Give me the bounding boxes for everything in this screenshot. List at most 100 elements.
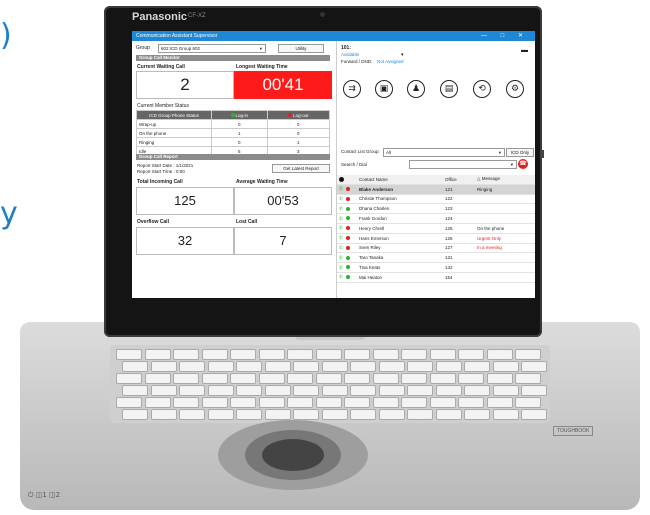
keyboard-key[interactable]: [344, 349, 370, 360]
keyboard-key[interactable]: [179, 361, 205, 372]
contact-group-select[interactable]: All ▾: [383, 148, 505, 157]
keyboard-key[interactable]: [492, 385, 519, 396]
keyboard-key[interactable]: [407, 361, 433, 372]
directory-icon[interactable]: ▣: [375, 80, 393, 98]
phone-icon[interactable]: ✆: [339, 235, 343, 240]
keyboard-key[interactable]: [372, 349, 399, 360]
contact-row[interactable]: ✆ Hans Emerson 126 Urgent Only: [337, 233, 535, 244]
phone-icon[interactable]: ✆: [339, 186, 343, 191]
contact-row[interactable]: ✆ Blake Anderson 121 Ringing: [337, 184, 535, 195]
group-icon[interactable]: ♟: [407, 80, 425, 98]
keyboard-key[interactable]: [150, 409, 177, 420]
keyboard-key[interactable]: [287, 373, 313, 384]
keyboard-key[interactable]: [287, 397, 313, 408]
keyboard-key[interactable]: [321, 361, 348, 372]
keyboard-key[interactable]: [378, 409, 405, 420]
keyboard-key[interactable]: [435, 361, 462, 372]
keyboard-key[interactable]: [144, 397, 171, 408]
keyboard-key[interactable]: [464, 361, 490, 372]
utility-button[interactable]: Utility: [278, 44, 324, 53]
keyboard-key[interactable]: [264, 409, 291, 420]
keyboard-key[interactable]: [464, 385, 490, 396]
keyboard-key[interactable]: [344, 397, 370, 408]
settings-icon[interactable]: ⚙: [506, 80, 524, 98]
keyboard-key[interactable]: [435, 385, 462, 396]
contact-row[interactable]: ✆ Dhana Charles 123: [337, 203, 535, 215]
keyboard-key[interactable]: [350, 361, 376, 372]
get-latest-report-button[interactable]: Get Latest Report: [272, 164, 330, 173]
contact-row[interactable]: ✆ Tina Keats 132: [337, 262, 535, 273]
contact-row[interactable]: ✆ Sven Riley 127 In a meeting: [337, 243, 535, 254]
keyboard-key[interactable]: [122, 385, 148, 396]
keyboard-key[interactable]: [315, 349, 342, 360]
phone-icon[interactable]: ✆: [339, 265, 343, 270]
keyboard-key[interactable]: [150, 385, 177, 396]
keyboard-key[interactable]: [207, 385, 234, 396]
keyboard-key[interactable]: [207, 409, 234, 420]
keyboard-key[interactable]: [321, 385, 348, 396]
keyboard-key[interactable]: [264, 385, 291, 396]
keyboard-key[interactable]: [315, 397, 342, 408]
keyboard-key[interactable]: [492, 409, 519, 420]
keyboard-key[interactable]: [230, 373, 256, 384]
keyboard-key[interactable]: [287, 349, 313, 360]
keyboard-key[interactable]: [486, 349, 513, 360]
keyboard-key[interactable]: [179, 385, 205, 396]
keyboard-key[interactable]: [258, 397, 285, 408]
keyboard-key[interactable]: [293, 385, 319, 396]
keyboard-key[interactable]: [236, 385, 262, 396]
phone-icon[interactable]: ✆: [339, 255, 343, 260]
keyboard-key[interactable]: [515, 373, 541, 384]
keyboard-key[interactable]: [515, 349, 541, 360]
history-icon[interactable]: ⟲: [473, 80, 491, 98]
keyboard-key[interactable]: [201, 373, 228, 384]
phone-icon[interactable]: ✆: [339, 274, 343, 279]
phone-icon[interactable]: ✆: [339, 196, 343, 201]
keyboard-key[interactable]: [258, 349, 285, 360]
keyboard-key[interactable]: [435, 409, 462, 420]
phone-icon[interactable]: ✆: [339, 245, 343, 250]
keyboard-key[interactable]: [150, 361, 177, 372]
keyboard-key[interactable]: [321, 409, 348, 420]
keyboard-key[interactable]: [521, 385, 547, 396]
keyboard-key[interactable]: [521, 361, 547, 372]
keyboard-key[interactable]: [173, 373, 199, 384]
keyboard-key[interactable]: [315, 373, 342, 384]
side-button[interactable]: [540, 150, 544, 158]
keyboard-key[interactable]: [372, 397, 399, 408]
keyboard-key[interactable]: [173, 349, 199, 360]
keyboard-key[interactable]: [486, 373, 513, 384]
keyboard-key[interactable]: [122, 409, 148, 420]
keyboard-key[interactable]: [173, 397, 199, 408]
keyboard-key[interactable]: [429, 397, 456, 408]
phone-icon[interactable]: ✆: [339, 206, 343, 211]
keyboard-key[interactable]: [116, 397, 142, 408]
keyboard-key[interactable]: [201, 397, 228, 408]
keyboard-key[interactable]: [515, 397, 541, 408]
keyboard-key[interactable]: [429, 373, 456, 384]
keyboard-key[interactable]: [144, 349, 171, 360]
keyboard-key[interactable]: [429, 349, 456, 360]
keyboard-key[interactable]: [458, 349, 484, 360]
keyboard-key[interactable]: [236, 409, 262, 420]
keyboard-key[interactable]: [378, 361, 405, 372]
icd-only-button[interactable]: ICD Only: [506, 148, 534, 157]
keyboard-key[interactable]: [258, 373, 285, 384]
keyboard-key[interactable]: [230, 349, 256, 360]
keyboard-key[interactable]: [350, 385, 376, 396]
keyboard-key[interactable]: [401, 349, 427, 360]
keyboard-key[interactable]: [116, 373, 142, 384]
keyboard-key[interactable]: [486, 397, 513, 408]
group-select[interactable]: 602:ICD Group 602 ▾: [158, 44, 266, 53]
keyboard-key[interactable]: [293, 409, 319, 420]
keyboard-key[interactable]: [230, 397, 256, 408]
contact-row[interactable]: ✆ Taro Tanaka 131: [337, 252, 535, 264]
phone-icon[interactable]: ✆: [339, 216, 343, 221]
keyboard-key[interactable]: [144, 373, 171, 384]
phone-icon[interactable]: ✆: [339, 225, 343, 230]
keyboard-key[interactable]: [401, 373, 427, 384]
presence-select[interactable]: Available ▾: [341, 52, 411, 58]
keyboard-key[interactable]: [407, 385, 433, 396]
keyboard-key[interactable]: [492, 361, 519, 372]
keyboard-key[interactable]: [458, 373, 484, 384]
